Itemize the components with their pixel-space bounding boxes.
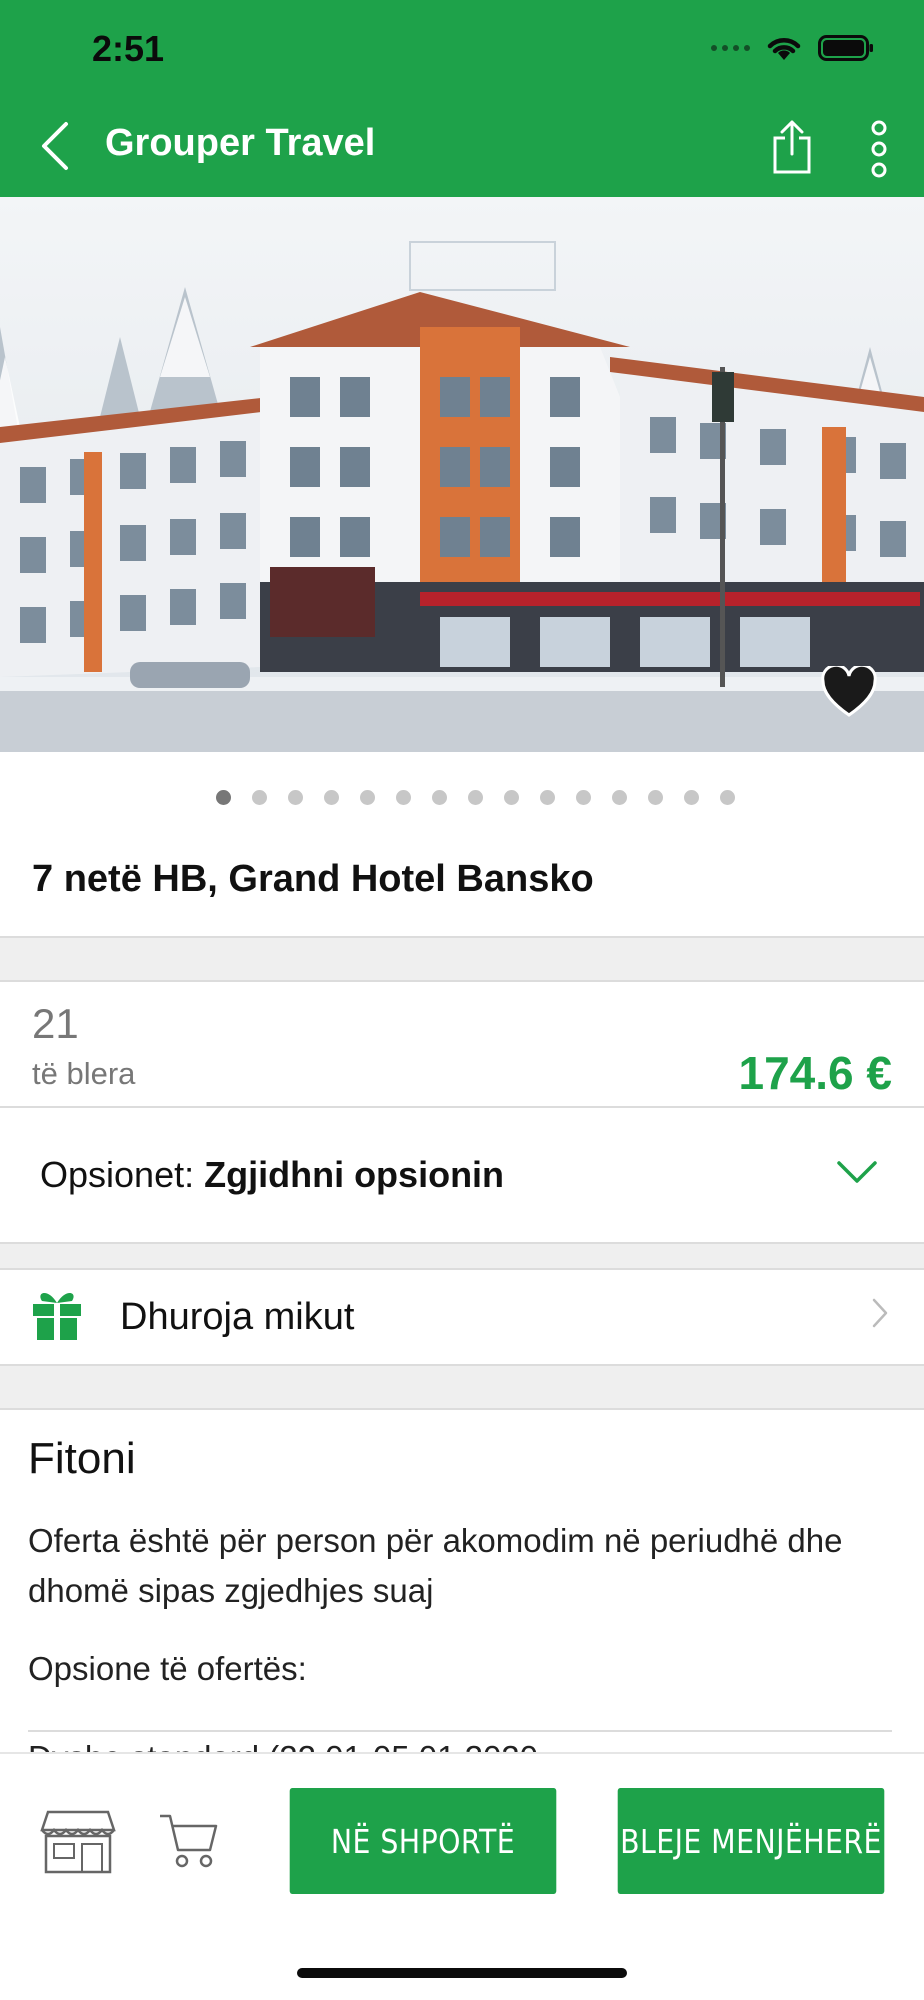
share-icon <box>773 120 811 174</box>
deal-title: 7 netë HB, Grand Hotel Bansko <box>32 858 594 900</box>
battery-icon <box>818 34 874 62</box>
pagination-dot[interactable] <box>431 790 447 805</box>
buy-now-button[interactable]: BLEJE MENJËHERË <box>617 1788 885 1894</box>
more-vertical-icon <box>871 120 887 178</box>
options-selector[interactable]: Opsionet: Zgjidhni opsionin <box>40 1154 504 1196</box>
pagination-dot[interactable] <box>251 790 267 805</box>
section-description: Oferta është për person për akomodim në … <box>28 1522 843 1609</box>
chevron-right-icon <box>870 1296 890 1330</box>
pagination-dot[interactable] <box>647 790 663 805</box>
options-value: Zgjidhni opsionin <box>204 1154 505 1195</box>
page-title: Grouper Travel <box>105 122 376 164</box>
section-title: Fitoni <box>28 1434 136 1483</box>
more-options-button[interactable] <box>864 120 894 178</box>
section-divider <box>0 1242 924 1270</box>
pagination-dot[interactable] <box>539 790 555 805</box>
hotel-photo[interactable] <box>0 197 924 752</box>
section-divider <box>0 1364 924 1410</box>
pagination-dot[interactable] <box>719 790 735 805</box>
wifi-icon <box>766 34 802 62</box>
pagination-dot[interactable] <box>395 790 411 805</box>
pagination-dot[interactable] <box>287 790 303 805</box>
chevron-left-icon <box>42 122 68 170</box>
add-to-cart-button[interactable]: NË SHPORTË <box>289 1788 557 1894</box>
purchase-count-label: të blera <box>32 1056 136 1091</box>
gift-icon <box>30 1286 84 1342</box>
divider <box>0 1106 924 1108</box>
gift-label: Dhuroja mikut <box>120 1296 355 1338</box>
photo-pagination[interactable] <box>0 790 924 805</box>
favorite-button[interactable] <box>820 663 878 718</box>
pagination-dot[interactable] <box>215 790 231 805</box>
divider <box>28 1730 892 1732</box>
pagination-dot[interactable] <box>683 790 699 805</box>
chevron-down-icon[interactable] <box>836 1158 878 1186</box>
app-header: 2:51 Grouper Travel <box>0 0 924 197</box>
pagination-dot[interactable] <box>323 790 339 805</box>
pagination-dot[interactable] <box>503 790 519 805</box>
status-icons <box>711 34 874 62</box>
options-label: Opsionet: <box>40 1154 195 1195</box>
pagination-dot[interactable] <box>611 790 627 805</box>
section-divider <box>0 936 924 982</box>
section-subheading: Opsione të ofertës: <box>28 1650 307 1687</box>
home-indicator <box>297 1968 627 1978</box>
back-button[interactable] <box>36 118 76 174</box>
pagination-dot[interactable] <box>359 790 375 805</box>
bottom-action-bar: NË SHPORTË BLEJE MENJËHERË <box>0 1752 924 2000</box>
store-icon[interactable] <box>40 1808 116 1874</box>
cart-icon[interactable] <box>158 1810 220 1872</box>
status-time: 2:51 <box>92 28 165 69</box>
share-button[interactable] <box>770 118 814 176</box>
deal-price: 174.6 € <box>738 1047 892 1099</box>
purchase-count: 21 <box>32 1000 79 1047</box>
heart-icon <box>821 663 877 717</box>
pagination-dot[interactable] <box>467 790 483 805</box>
signal-icon <box>711 45 750 51</box>
pagination-dot[interactable] <box>575 790 591 805</box>
gift-to-friend-row[interactable]: Dhuroja mikut <box>0 1268 924 1364</box>
